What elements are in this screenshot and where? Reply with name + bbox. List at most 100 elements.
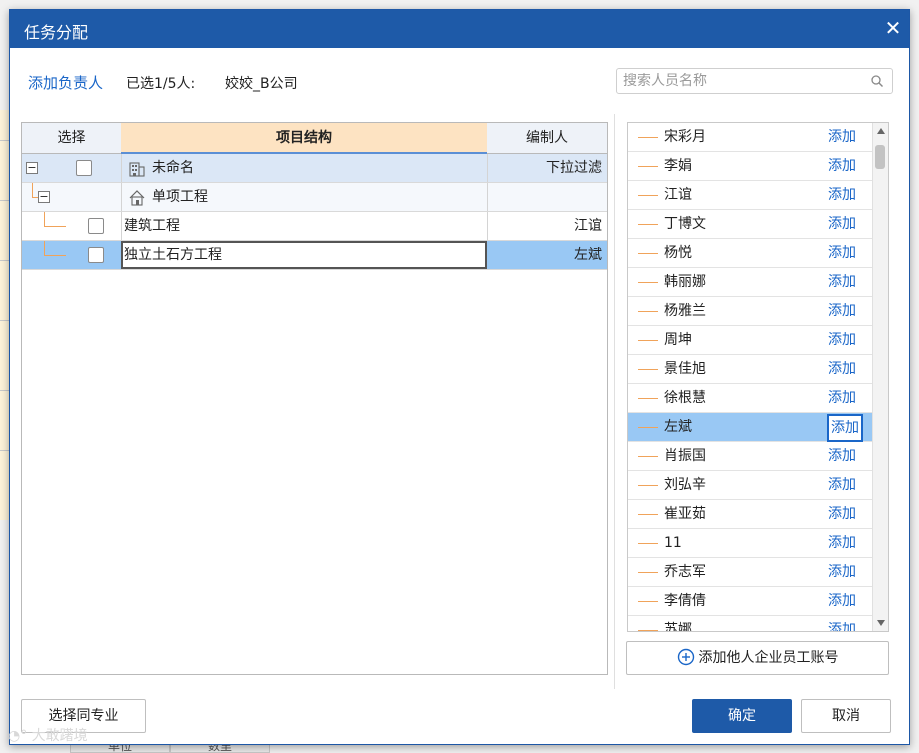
add-person-button[interactable]: 添加 bbox=[828, 239, 856, 267]
add-circle-icon bbox=[677, 648, 694, 666]
person-name: 杨雅兰 bbox=[664, 303, 706, 319]
search-icon[interactable] bbox=[870, 74, 884, 88]
tree-line bbox=[32, 183, 33, 197]
table-row[interactable]: 建筑工程 江谊 bbox=[22, 212, 607, 241]
add-person-button[interactable]: 添加 bbox=[828, 181, 856, 209]
tree-line bbox=[44, 212, 45, 226]
person-row[interactable]: 韩丽娜 添加 bbox=[628, 268, 872, 297]
editor-filter-dropdown[interactable]: 下拉过滤 bbox=[492, 154, 602, 182]
tree-line bbox=[638, 601, 658, 602]
person-name: 丁博文 bbox=[664, 216, 706, 232]
person-row[interactable]: 刘弘辛 添加 bbox=[628, 471, 872, 500]
person-row[interactable]: 江谊 添加 bbox=[628, 181, 872, 210]
column-header-editor[interactable]: 编制人 bbox=[487, 123, 607, 154]
person-name: 肖振国 bbox=[664, 448, 706, 464]
close-icon[interactable]: ✕ bbox=[882, 16, 904, 40]
add-other-employee-button[interactable]: 添加他人企业员工账号 bbox=[626, 641, 889, 675]
search-input[interactable] bbox=[623, 73, 853, 89]
cell-divider bbox=[487, 154, 488, 182]
house-icon bbox=[129, 190, 145, 206]
tree-line bbox=[638, 456, 658, 457]
selected-owner-value: 姣姣_B公司 bbox=[225, 76, 298, 92]
selected-count-label: 已选1/5人: bbox=[126, 76, 196, 92]
collapse-toggle[interactable]: − bbox=[26, 162, 38, 174]
column-header-select[interactable]: 选择 bbox=[22, 123, 121, 154]
person-row[interactable]: 丁博文 添加 bbox=[628, 210, 872, 239]
add-other-employee-label: 添加他人企业员工账号 bbox=[698, 650, 839, 666]
add-person-button[interactable]: 添加 bbox=[828, 587, 856, 615]
person-row[interactable]: 景佳旭 添加 bbox=[628, 355, 872, 384]
watermark-icon: ◔° bbox=[8, 728, 32, 744]
add-person-button[interactable]: 添加 bbox=[828, 529, 856, 557]
confirm-button[interactable]: 确定 bbox=[692, 699, 792, 733]
cell-divider bbox=[121, 183, 122, 211]
person-name: 乔志军 bbox=[664, 564, 706, 580]
scrollbar[interactable] bbox=[872, 123, 888, 631]
person-name: 左斌 bbox=[664, 419, 692, 435]
add-person-button[interactable]: 添加 bbox=[828, 558, 856, 586]
person-row[interactable]: 周坤 添加 bbox=[628, 326, 872, 355]
person-name: 韩丽娜 bbox=[664, 274, 706, 290]
tree-line bbox=[32, 197, 38, 198]
person-row[interactable]: 杨雅兰 添加 bbox=[628, 297, 872, 326]
person-name: 李倩倩 bbox=[664, 593, 706, 609]
add-person-button[interactable]: 添加 bbox=[828, 297, 856, 325]
structure-name[interactable]: 独立土石方工程 bbox=[124, 241, 222, 269]
row-checkbox[interactable] bbox=[76, 160, 92, 176]
person-row[interactable]: 宋彩月 添加 bbox=[628, 123, 872, 152]
person-row-selected[interactable]: 左斌 添加 bbox=[628, 413, 872, 442]
person-row[interactable]: 苏娜 添加 bbox=[628, 616, 872, 631]
tree-line bbox=[638, 485, 658, 486]
scrollbar-thumb[interactable] bbox=[875, 145, 885, 169]
add-owner-link[interactable]: 添加负责人 bbox=[28, 72, 103, 93]
tree-line bbox=[638, 340, 658, 341]
add-person-button[interactable]: 添加 bbox=[828, 268, 856, 296]
add-person-button[interactable]: 添加 bbox=[828, 471, 856, 499]
table-row[interactable]: − 未命名 下拉过滤 bbox=[22, 154, 607, 183]
person-row[interactable]: 11 添加 bbox=[628, 529, 872, 558]
add-person-button[interactable]: 添加 bbox=[828, 210, 856, 238]
dialog-title: 任务分配 bbox=[24, 23, 89, 42]
person-row[interactable]: 崔亚茹 添加 bbox=[628, 500, 872, 529]
tree-line bbox=[44, 226, 66, 227]
add-person-button[interactable]: 添加 bbox=[828, 152, 856, 180]
scroll-up-icon[interactable] bbox=[876, 127, 886, 135]
cancel-button[interactable]: 取消 bbox=[801, 699, 891, 733]
building-icon bbox=[129, 162, 145, 177]
tree-line bbox=[638, 253, 658, 254]
person-row[interactable]: 李娟 添加 bbox=[628, 152, 872, 181]
table-row[interactable]: − 单项工程 bbox=[22, 183, 607, 212]
structure-name: 未命名 bbox=[152, 160, 194, 176]
column-header-structure[interactable]: 项目结构 bbox=[121, 123, 487, 154]
tree-line bbox=[638, 166, 658, 167]
add-person-button[interactable]: 添加 bbox=[828, 442, 856, 470]
tree-line bbox=[638, 572, 658, 573]
row-checkbox[interactable] bbox=[88, 218, 104, 234]
add-person-button[interactable]: 添加 bbox=[828, 384, 856, 412]
scroll-down-icon[interactable] bbox=[876, 619, 886, 627]
person-row[interactable]: 杨悦 添加 bbox=[628, 239, 872, 268]
add-person-button[interactable]: 添加 bbox=[828, 616, 856, 631]
person-row[interactable]: 肖振国 添加 bbox=[628, 442, 872, 471]
person-row[interactable]: 李倩倩 添加 bbox=[628, 587, 872, 616]
table-row-selected[interactable]: 独立土石方工程 左斌 bbox=[22, 241, 607, 270]
add-person-button[interactable]: 添加 bbox=[828, 355, 856, 383]
person-row[interactable]: 徐根慧 添加 bbox=[628, 384, 872, 413]
person-name: 江谊 bbox=[664, 187, 692, 203]
person-row[interactable]: 乔志军 添加 bbox=[628, 558, 872, 587]
add-person-button[interactable]: 添加 bbox=[828, 326, 856, 354]
screen: 单位 数里 任务分配 ✕ 添加负责人 已选1/5人: 姣姣_B公司 选择 项目结… bbox=[0, 0, 919, 753]
cell-divider bbox=[121, 154, 122, 182]
watermark: ◔° 大敢躇境 bbox=[8, 725, 88, 745]
add-person-button[interactable]: 添加 bbox=[828, 500, 856, 528]
structure-name: 建筑工程 bbox=[124, 218, 180, 234]
person-name: 杨悦 bbox=[664, 245, 692, 261]
add-person-button[interactable]: 添加 bbox=[827, 414, 863, 442]
row-checkbox[interactable] bbox=[88, 247, 104, 263]
tree-line bbox=[638, 195, 658, 196]
editor-name[interactable]: 江谊 bbox=[492, 212, 602, 240]
search-box[interactable] bbox=[616, 68, 893, 94]
add-person-button[interactable]: 添加 bbox=[828, 123, 856, 151]
collapse-toggle[interactable]: − bbox=[38, 191, 50, 203]
editor-name[interactable]: 左斌 bbox=[492, 241, 602, 269]
